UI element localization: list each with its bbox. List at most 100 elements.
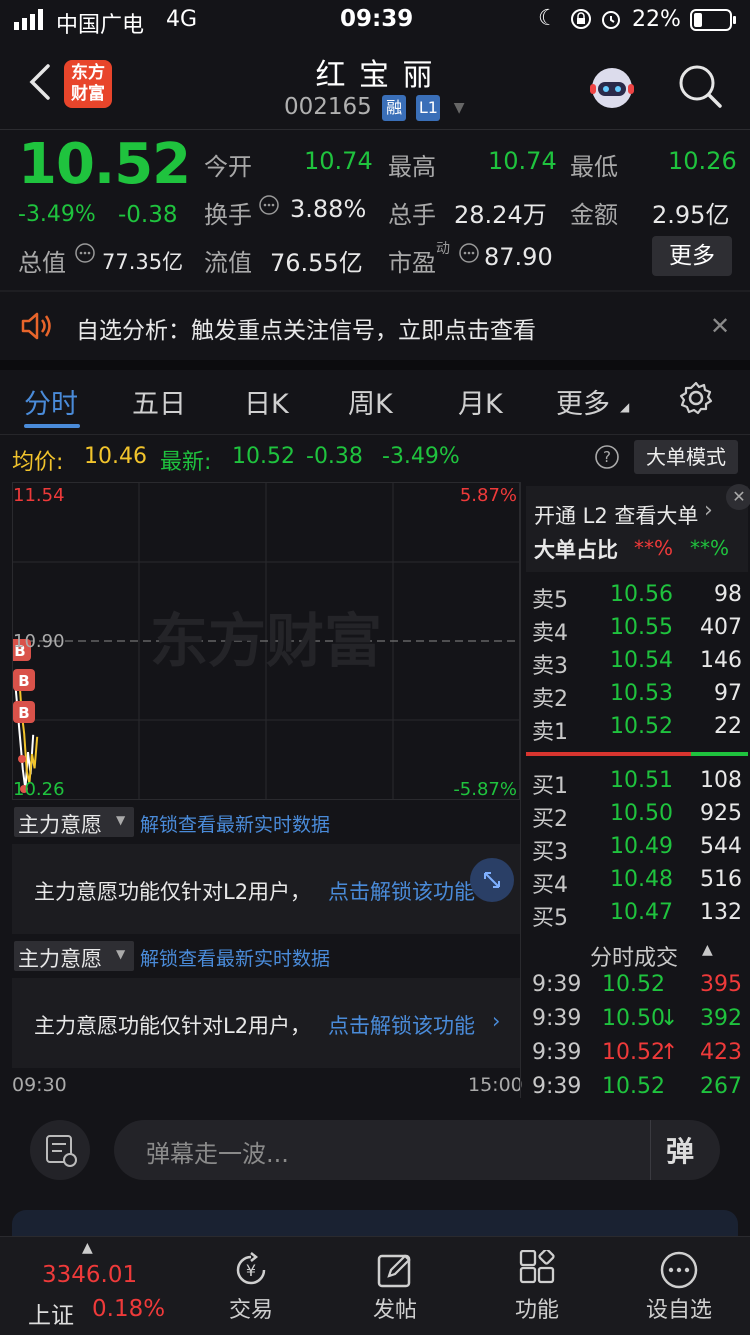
bid-row[interactable]: 买4 10.48 516 xyxy=(532,867,742,899)
turnover-label: 换手 xyxy=(204,201,252,229)
ask-volume: 407 xyxy=(700,615,742,640)
signal-icon xyxy=(14,8,48,36)
gear-icon[interactable] xyxy=(678,380,714,420)
open-label: 今开 xyxy=(204,153,252,181)
chevron-right-icon[interactable]: › xyxy=(492,1009,500,1033)
tab-monthly-k[interactable]: 月K xyxy=(458,382,503,421)
stock-name: 红 宝 丽 xyxy=(315,58,435,93)
latest-value: 10.52 xyxy=(232,444,295,469)
clock: 09:39 xyxy=(340,6,414,32)
nav-post[interactable]: 发帖 xyxy=(320,1240,470,1334)
l2-banner-text: 开通 L2 查看大单 xyxy=(534,504,699,528)
bid-price: 10.47 xyxy=(610,900,673,925)
nav-label: 发帖 xyxy=(372,1298,417,1323)
svg-text:?: ? xyxy=(603,448,611,466)
unlock-link[interactable]: 解锁查看最新实时数据 xyxy=(140,810,330,837)
bid-level-label: 买5 xyxy=(532,906,568,931)
ask-volume: 146 xyxy=(700,648,742,673)
trade-time: 9:39 xyxy=(532,1040,582,1065)
ask-level-label: 卖3 xyxy=(532,654,568,679)
panel-header-2: 主力意愿 ▼ 解锁查看最新实时数据 xyxy=(12,938,520,974)
chevron-right-icon: › xyxy=(704,498,713,523)
unlock-feature-link[interactable]: 点击解锁该功能 xyxy=(328,1010,475,1040)
close-icon[interactable]: ✕ xyxy=(710,312,730,340)
ask-row[interactable]: 卖5 10.56 98 xyxy=(532,582,742,614)
robot-assistant-icon[interactable] xyxy=(586,62,638,114)
intraday-chart[interactable]: 东方财富 BBB 11.54 10.90 10.26 5.87% -5.87% xyxy=(9,482,520,800)
info-dots-icon[interactable] xyxy=(458,242,480,268)
ask-row[interactable]: 卖4 10.55 407 xyxy=(532,615,742,647)
nav-add-watchlist[interactable]: 设自选 xyxy=(604,1240,750,1334)
bid-row[interactable]: 买5 10.47 132 xyxy=(532,900,742,932)
x-end-label: 15:00 xyxy=(468,1074,523,1096)
ask-volume: 98 xyxy=(714,582,742,607)
pe-value: 87.90 xyxy=(484,243,553,271)
mcap-label: 总值 xyxy=(18,249,66,277)
index-ticker[interactable]: ▲ 3346.01 上证 0.18% xyxy=(0,1236,180,1334)
back-arrow-icon[interactable] xyxy=(26,62,54,106)
trades-header[interactable]: 分时成交 ▲ xyxy=(520,934,750,974)
expand-icon[interactable] xyxy=(470,858,514,902)
bid-row[interactable]: 买3 10.49 544 xyxy=(532,834,742,866)
tab-weekly-k[interactable]: 周K xyxy=(348,382,393,421)
index-value: 3346.01 xyxy=(42,1262,138,1288)
grid-icon xyxy=(519,1250,555,1284)
trade-time: 9:39 xyxy=(532,1006,582,1031)
y-bottom-label: 10.26 xyxy=(13,779,65,800)
danmu-settings-icon[interactable] xyxy=(30,1120,90,1180)
bid-row[interactable]: 买2 10.50 925 xyxy=(532,801,742,833)
trade-time: 9:39 xyxy=(532,1074,582,1099)
big-order-mode-button[interactable]: 大单模式 xyxy=(634,440,738,474)
danmu-input[interactable]: 弹幕走一波... 弹 xyxy=(114,1120,720,1180)
caret-down-icon[interactable]: ▼ xyxy=(454,100,465,116)
ask-price: 10.56 xyxy=(610,582,673,607)
info-dots-icon[interactable] xyxy=(74,242,96,268)
bid-row[interactable]: 买1 10.51 108 xyxy=(532,768,742,800)
bid-level-label: 买2 xyxy=(532,807,568,832)
ask-row[interactable]: 卖2 10.53 97 xyxy=(532,681,742,713)
buy-ratio-bar xyxy=(691,752,748,756)
promo-message: 主力意愿功能仅针对L2用户， xyxy=(34,1014,312,1038)
danmu-bar: 弹幕走一波... 弹 xyxy=(0,1098,750,1198)
l2-banner[interactable]: 开通 L2 查看大单 › ✕ 大单占比 **% **% xyxy=(526,484,750,572)
logo-text-1: 东方 xyxy=(71,63,105,83)
search-icon[interactable] xyxy=(676,62,724,114)
volume-value: 28.24万 xyxy=(454,201,547,229)
ask-row[interactable]: 卖3 10.54 146 xyxy=(532,648,742,680)
tab-five-day[interactable]: 五日 xyxy=(132,382,186,421)
unlock-link[interactable]: 解锁查看最新实时数据 xyxy=(140,944,330,971)
ask-price: 10.54 xyxy=(610,648,673,673)
tab-daily-k[interactable]: 日K xyxy=(244,382,289,421)
bid-volume: 108 xyxy=(700,768,742,793)
close-icon[interactable]: ✕ xyxy=(726,484,750,510)
l2-promo-panel-2: 主力意愿功能仅针对L2用户， 点击解锁该功能 › xyxy=(12,978,520,1068)
tab-more[interactable]: 更多 xyxy=(556,382,610,421)
bid-volume: 544 xyxy=(700,834,742,859)
nav-trade[interactable]: ¥ 交易 xyxy=(176,1240,326,1334)
nav-functions[interactable]: 功能 xyxy=(462,1240,612,1334)
caret-down-icon: ▼ xyxy=(116,813,126,827)
nav-label: 交易 xyxy=(228,1298,273,1323)
tab-intraday[interactable]: 分时 xyxy=(24,382,78,421)
speaker-icon xyxy=(20,310,54,346)
more-button[interactable]: 更多 xyxy=(652,236,732,276)
price-change: -0.38 xyxy=(118,202,178,228)
trade-direction-icon: ↑ xyxy=(660,1040,679,1065)
ask-row[interactable]: 卖1 10.52 22 xyxy=(532,714,742,746)
battery-percent: 22% xyxy=(632,7,681,32)
info-dots-icon[interactable] xyxy=(258,194,280,220)
trade-volume: 392 xyxy=(700,1006,742,1031)
help-icon[interactable]: ? xyxy=(594,444,620,476)
trade-point xyxy=(18,755,26,763)
notice-bar[interactable]: 自选分析：触发重点关注信号，立即点击查看 ✕ xyxy=(0,292,750,360)
big-order-ratio-green: **% xyxy=(690,536,730,560)
bid-price: 10.50 xyxy=(610,801,673,826)
danmu-send-button[interactable]: 弹 xyxy=(666,1130,694,1170)
indicator-dropdown[interactable]: 主力意愿 ▼ xyxy=(14,807,134,837)
volume-label: 总手 xyxy=(388,201,436,229)
ask-level-label: 卖5 xyxy=(532,588,568,613)
unlock-feature-link[interactable]: 点击解锁该功能 xyxy=(328,876,475,906)
indicator-dropdown[interactable]: 主力意愿 ▼ xyxy=(14,941,134,971)
buy-marker-label: B xyxy=(18,672,29,690)
trade-volume: 395 xyxy=(700,972,742,997)
